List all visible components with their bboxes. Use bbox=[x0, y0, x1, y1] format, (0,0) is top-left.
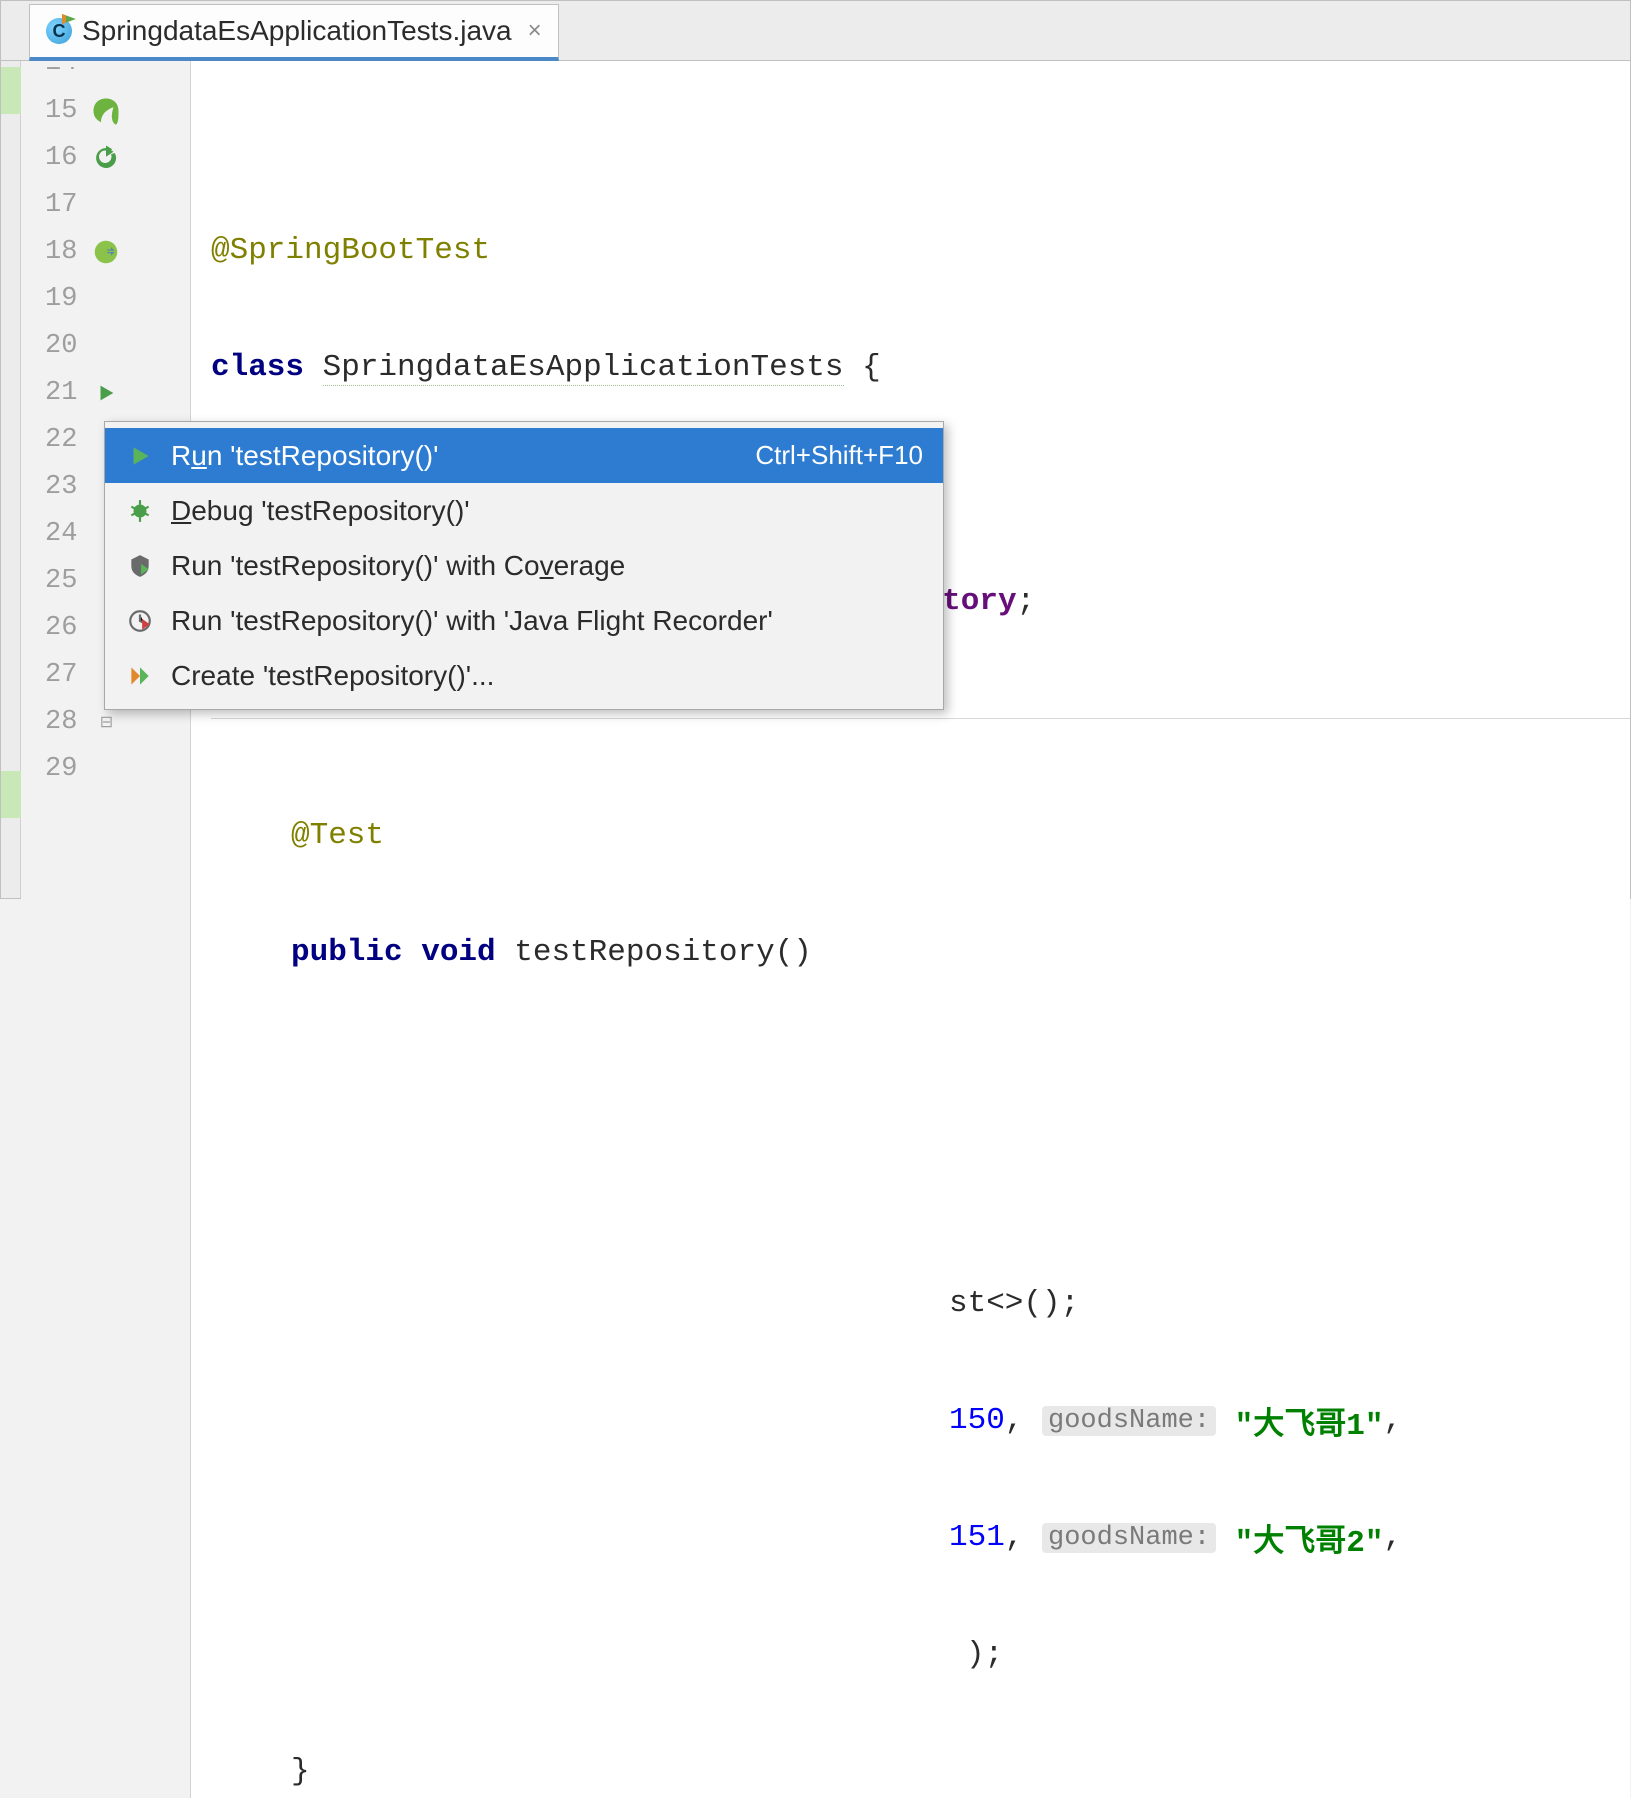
line-number: 29 bbox=[45, 754, 77, 784]
menu-label: Debug 'testRepository()' bbox=[171, 495, 923, 527]
line-number: 28 bbox=[45, 707, 77, 737]
close-tab-icon[interactable]: × bbox=[528, 17, 542, 45]
annotation: @Test bbox=[291, 818, 384, 853]
menu-shortcut: Ctrl+Shift+F10 bbox=[755, 440, 923, 471]
menu-jfr[interactable]: Run 'testRepository()' with 'Java Flight… bbox=[105, 593, 943, 648]
code-editor[interactable]: 14 15 16 17 18 19 20 bbox=[21, 61, 1630, 1798]
gutter: 14 15 16 17 18 19 20 bbox=[21, 61, 191, 1798]
annotation: @SpringBootTest bbox=[211, 233, 490, 268]
menu-label: Run 'testRepository()' with Coverage bbox=[171, 550, 923, 582]
inlay-hint: goodsName: bbox=[1042, 1523, 1216, 1553]
line-number: 27 bbox=[45, 660, 77, 690]
fold-end-icon[interactable]: ⊟ bbox=[91, 707, 121, 737]
method-name: testRepository() bbox=[514, 935, 812, 970]
create-config-icon bbox=[125, 661, 155, 691]
line-number: 20 bbox=[45, 331, 77, 361]
line-number: 21 bbox=[45, 378, 77, 408]
code-content[interactable]: @SpringBootTest class SpringdataEsApplic… bbox=[191, 61, 1630, 1798]
coverage-icon bbox=[125, 551, 155, 581]
line-number: 19 bbox=[45, 284, 77, 314]
jfr-icon bbox=[125, 606, 155, 636]
line-number: 23 bbox=[45, 472, 77, 502]
debug-icon bbox=[125, 496, 155, 526]
left-margin bbox=[1, 61, 21, 898]
tab-filename: SpringdataEsApplicationTests.java bbox=[82, 15, 512, 47]
line-number: 22 bbox=[45, 425, 77, 455]
run-icon bbox=[125, 441, 155, 471]
menu-label: Run 'testRepository()' bbox=[171, 440, 739, 472]
keyword: class bbox=[211, 350, 304, 385]
menu-coverage[interactable]: Run 'testRepository()' with Coverage bbox=[105, 538, 943, 593]
line-number: 17 bbox=[45, 190, 77, 220]
keyword: public bbox=[291, 935, 403, 970]
menu-label: Create 'testRepository()'... bbox=[171, 660, 923, 692]
line-number: 24 bbox=[45, 519, 77, 549]
menu-run[interactable]: Run 'testRepository()' Ctrl+Shift+F10 bbox=[105, 428, 943, 483]
line-number: 15 bbox=[45, 96, 77, 126]
run-class-icon[interactable] bbox=[91, 143, 121, 173]
spring-leaf-icon[interactable] bbox=[91, 96, 121, 126]
run-test-icon[interactable] bbox=[91, 378, 121, 408]
string-literal: "大飞哥1" bbox=[1235, 1398, 1384, 1444]
autowired-bean-icon[interactable] bbox=[91, 237, 121, 267]
menu-debug[interactable]: Debug 'testRepository()' bbox=[105, 483, 943, 538]
class-file-icon: C bbox=[46, 18, 72, 44]
string-literal: "大飞哥2" bbox=[1235, 1515, 1384, 1561]
editor-tab[interactable]: C SpringdataEsApplicationTests.java × bbox=[29, 4, 559, 61]
line-number: 14 bbox=[45, 67, 77, 78]
line-number: 18 bbox=[45, 237, 77, 267]
menu-create[interactable]: Create 'testRepository()'... bbox=[105, 648, 943, 703]
tab-bar: C SpringdataEsApplicationTests.java × bbox=[1, 1, 1630, 61]
line-number: 25 bbox=[45, 566, 77, 596]
keyword: void bbox=[403, 935, 515, 970]
menu-label: Run 'testRepository()' with 'Java Flight… bbox=[171, 605, 923, 637]
class-name: SpringdataEsApplicationTests bbox=[323, 350, 844, 386]
line-number: 26 bbox=[45, 613, 77, 643]
line-number: 16 bbox=[45, 143, 77, 173]
inlay-hint: goodsName: bbox=[1042, 1406, 1216, 1436]
context-menu: Run 'testRepository()' Ctrl+Shift+F10 De… bbox=[104, 421, 944, 710]
